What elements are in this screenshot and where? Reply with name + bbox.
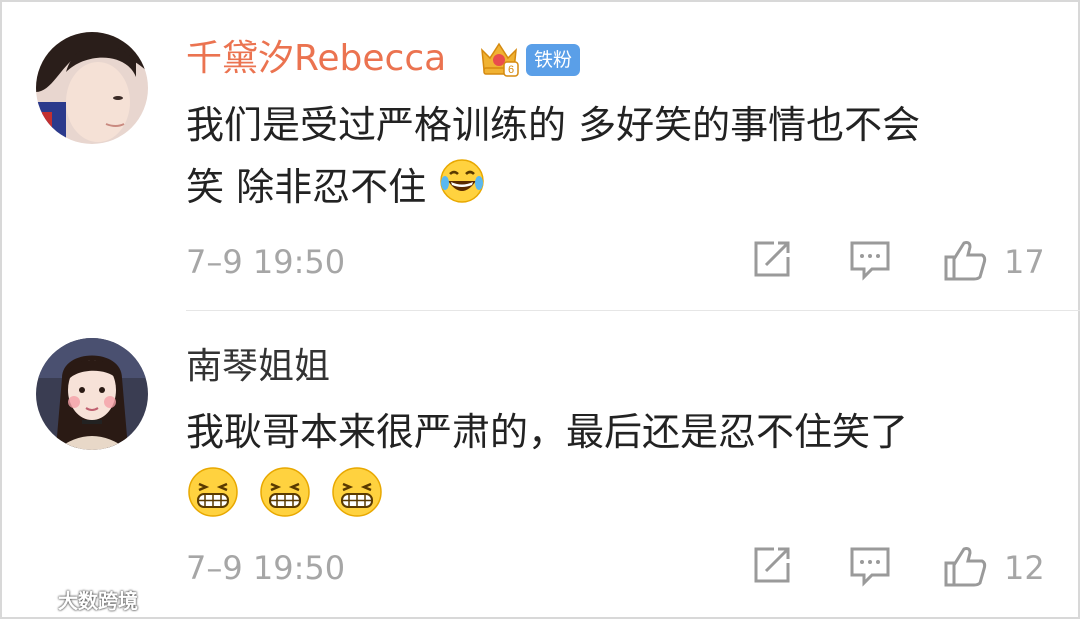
comment-text-line: 我们是受过严格训练的 多好笑的事情也不会 <box>186 103 921 147</box>
comment-text-line: 我耿哥本来很严肃的，最后还是忍不住笑了 <box>186 410 909 454</box>
share-icon[interactable] <box>750 237 794 281</box>
share-icon[interactable] <box>750 543 794 587</box>
action-bar: 12 <box>0 543 1080 593</box>
comment-text: 我们是受过严格训练的 多好笑的事情也不会 笑 除非忍不住 <box>186 94 1046 223</box>
like-count: 17 <box>1004 243 1045 281</box>
action-bar: 17 <box>0 237 1080 287</box>
comment-item: 南琴姐姐 我耿哥本来很严肃的，最后还是忍不住笑了 7–9 19:50 12 <box>0 311 1080 619</box>
like-count: 12 <box>1004 549 1045 587</box>
avatar[interactable] <box>36 32 148 144</box>
fan-badge: 铁粉 <box>526 44 580 76</box>
crown-icon: 6 <box>478 38 520 78</box>
like-icon[interactable] <box>942 237 988 283</box>
username[interactable]: 千黛汐Rebecca <box>186 37 446 81</box>
svg-text:6: 6 <box>508 64 514 76</box>
comment-icon[interactable] <box>848 543 892 587</box>
watermark-logo-icon <box>10 591 50 607</box>
username[interactable]: 南琴姐姐 <box>186 345 330 389</box>
comment-icon[interactable] <box>848 237 892 281</box>
laughing-tears-icon <box>438 157 486 223</box>
comment-item: 千黛汐Rebecca 6 铁粉 我们是受过严格训练的 多好笑的事情也不会 笑 除… <box>0 0 1080 311</box>
watermark: 大数跨境 <box>8 584 138 614</box>
like-icon[interactable] <box>942 543 988 589</box>
comment-text: 我耿哥本来很严肃的，最后还是忍不住笑了 <box>186 401 908 537</box>
avatar[interactable] <box>36 338 148 450</box>
grin-icon <box>330 465 384 537</box>
watermark-text: 大数跨境 <box>58 588 138 613</box>
grin-icon <box>258 465 312 537</box>
comment-text-line: 笑 除非忍不住 <box>186 165 427 209</box>
grin-icon <box>186 465 240 537</box>
